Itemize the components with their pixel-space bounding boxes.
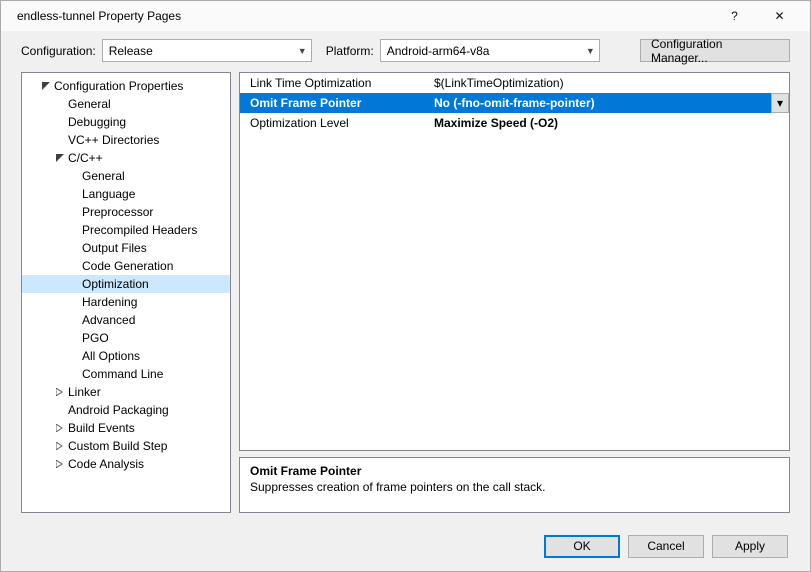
configuration-label: Configuration: bbox=[21, 44, 96, 58]
chevron-down-icon: ▾ bbox=[777, 96, 783, 110]
prop-name: Omit Frame Pointer bbox=[240, 93, 430, 113]
cancel-button[interactable]: Cancel bbox=[628, 535, 704, 558]
expander-closed-icon[interactable] bbox=[54, 386, 66, 398]
tree-item-debugging[interactable]: Debugging bbox=[22, 113, 230, 131]
prop-value[interactable]: No (-fno-omit-frame-pointer) bbox=[430, 93, 771, 113]
help-button[interactable]: ? bbox=[712, 1, 757, 31]
expander-closed-icon[interactable] bbox=[54, 458, 66, 470]
tree-item-cpp-codegen[interactable]: Code Generation bbox=[22, 257, 230, 275]
prop-name: Link Time Optimization bbox=[240, 73, 430, 93]
tree-item-cpp-language[interactable]: Language bbox=[22, 185, 230, 203]
prop-value[interactable]: $(LinkTimeOptimization) bbox=[430, 73, 789, 93]
tree-item-android-packaging[interactable]: Android Packaging bbox=[22, 401, 230, 419]
config-toolbar: Configuration: Release ▼ Platform: Andro… bbox=[1, 31, 810, 72]
main-area: Configuration Properties General Debuggi… bbox=[1, 72, 810, 521]
tree-item-vcdirs[interactable]: VC++ Directories bbox=[22, 131, 230, 149]
tree-item-cpp-advanced[interactable]: Advanced bbox=[22, 311, 230, 329]
right-pane: Link Time Optimization $(LinkTimeOptimiz… bbox=[239, 72, 790, 513]
prop-value[interactable]: Maximize Speed (-O2) bbox=[430, 113, 789, 133]
grid-row-omit-frame-pointer[interactable]: Omit Frame Pointer No (-fno-omit-frame-p… bbox=[240, 93, 789, 113]
tree-item-cpp-outputfiles[interactable]: Output Files bbox=[22, 239, 230, 257]
tree-item-cpp-pch[interactable]: Precompiled Headers bbox=[22, 221, 230, 239]
tree-item-code-analysis[interactable]: Code Analysis bbox=[22, 455, 230, 473]
configuration-manager-button[interactable]: Configuration Manager... bbox=[640, 39, 790, 62]
expander-closed-icon[interactable] bbox=[54, 440, 66, 452]
expander-open-icon[interactable] bbox=[40, 80, 52, 92]
description-title: Omit Frame Pointer bbox=[250, 464, 779, 478]
dropdown-button[interactable]: ▾ bbox=[771, 93, 789, 113]
tree-item-linker[interactable]: Linker bbox=[22, 383, 230, 401]
close-icon: ✕ bbox=[774, 9, 784, 23]
tree-item-cpp-alloptions[interactable]: All Options bbox=[22, 347, 230, 365]
configuration-value: Release bbox=[109, 44, 153, 58]
dialog-footer: OK Cancel Apply bbox=[1, 521, 810, 571]
ok-button[interactable]: OK bbox=[544, 535, 620, 558]
tree-item-cpp-general[interactable]: General bbox=[22, 167, 230, 185]
tree-item-cpp-cmdline[interactable]: Command Line bbox=[22, 365, 230, 383]
tree-item-cpp-preprocessor[interactable]: Preprocessor bbox=[22, 203, 230, 221]
apply-button[interactable]: Apply bbox=[712, 535, 788, 558]
property-pages-dialog: endless-tunnel Property Pages ? ✕ Config… bbox=[0, 0, 811, 572]
close-button[interactable]: ✕ bbox=[757, 1, 802, 31]
tree-item-cpp-hardening[interactable]: Hardening bbox=[22, 293, 230, 311]
tree-root[interactable]: Configuration Properties bbox=[22, 77, 230, 95]
tree-item-cpp[interactable]: C/C++ bbox=[22, 149, 230, 167]
platform-label: Platform: bbox=[326, 44, 374, 58]
titlebar: endless-tunnel Property Pages ? ✕ bbox=[1, 1, 810, 31]
description-panel: Omit Frame Pointer Suppresses creation o… bbox=[239, 457, 790, 513]
tree-item-build-events[interactable]: Build Events bbox=[22, 419, 230, 437]
window-title: endless-tunnel Property Pages bbox=[9, 9, 712, 23]
description-body: Suppresses creation of frame pointers on… bbox=[250, 480, 779, 494]
grid-row-opt-level[interactable]: Optimization Level Maximize Speed (-O2) bbox=[240, 113, 789, 133]
tree-item-cpp-optimization[interactable]: Optimization bbox=[22, 275, 230, 293]
expander-closed-icon[interactable] bbox=[54, 422, 66, 434]
tree-item-custom-build-step[interactable]: Custom Build Step bbox=[22, 437, 230, 455]
chevron-down-icon: ▼ bbox=[298, 46, 307, 56]
prop-name: Optimization Level bbox=[240, 113, 430, 133]
grid-row-lto[interactable]: Link Time Optimization $(LinkTimeOptimiz… bbox=[240, 73, 789, 93]
expander-open-icon[interactable] bbox=[54, 152, 66, 164]
configuration-select[interactable]: Release ▼ bbox=[102, 39, 312, 62]
platform-value: Android-arm64-v8a bbox=[387, 44, 490, 58]
tree-pane[interactable]: Configuration Properties General Debuggi… bbox=[21, 72, 231, 513]
tree-item-general[interactable]: General bbox=[22, 95, 230, 113]
property-grid[interactable]: Link Time Optimization $(LinkTimeOptimiz… bbox=[239, 72, 790, 451]
chevron-down-icon: ▼ bbox=[586, 46, 595, 56]
tree-item-cpp-pgo[interactable]: PGO bbox=[22, 329, 230, 347]
platform-select[interactable]: Android-arm64-v8a ▼ bbox=[380, 39, 600, 62]
help-icon: ? bbox=[731, 9, 738, 23]
